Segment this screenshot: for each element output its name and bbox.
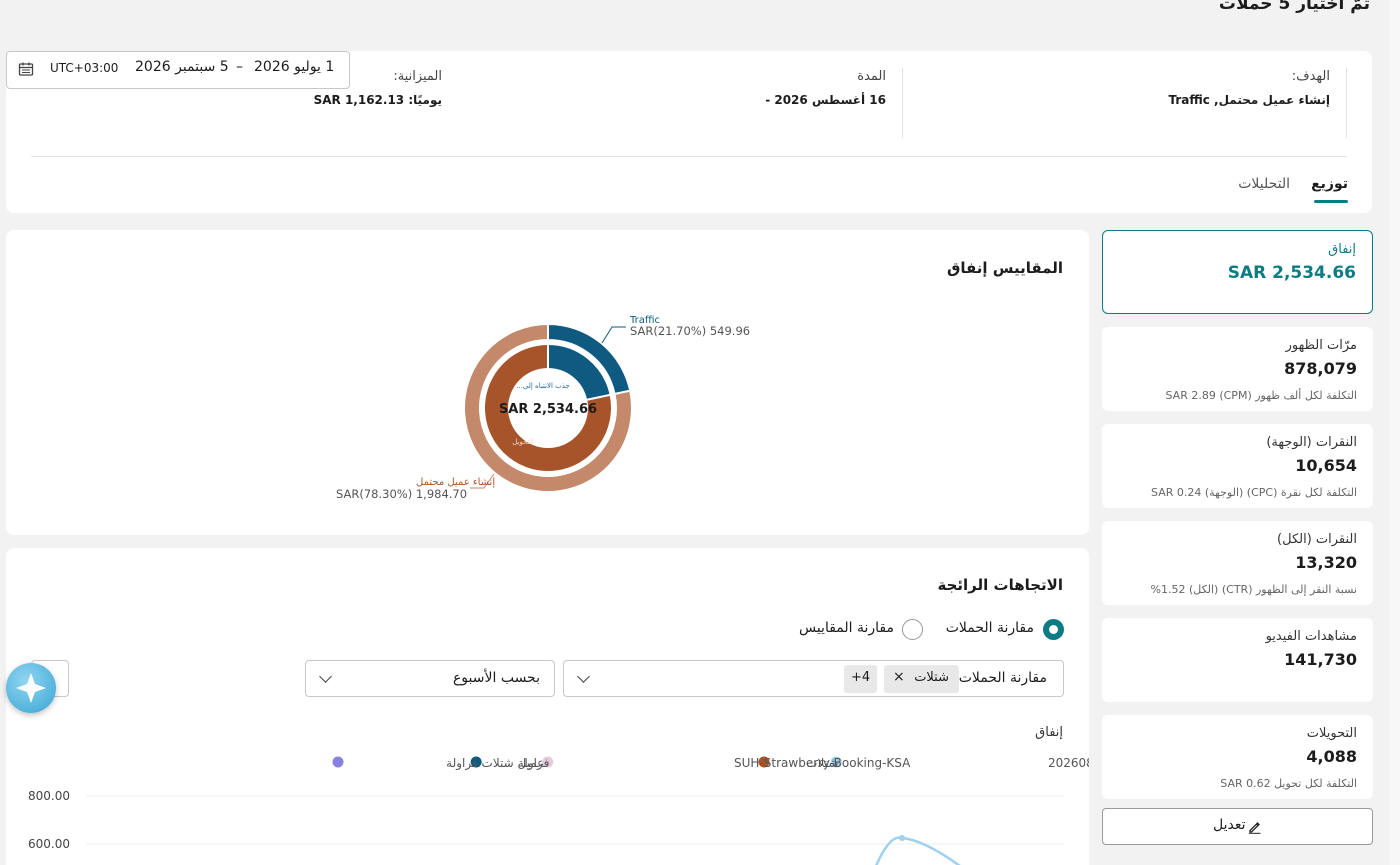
slice-value-label: SAR(21.70%) 549.96 — [630, 324, 750, 338]
duration-value: 16 أغسطس 2026 - — [765, 93, 886, 107]
start-date: 1 يوليو 2026 — [254, 59, 335, 75]
timezone-label: UTC+03:00 — [50, 61, 119, 75]
metric-label: مشاهدات الفيديو — [1265, 629, 1357, 644]
active-tab-indicator — [1314, 200, 1348, 203]
inner-slice-label: جذب الانتباه إلى... — [516, 382, 570, 390]
metric-label: النقرات (الوجهة) — [1266, 435, 1357, 450]
budget-label: الميزانية: — [393, 69, 442, 84]
spend-metrics-card: المقاييس إنفاق SAR 2,534.66 جذب الانتباه … — [6, 230, 1089, 535]
metric-value: 13,320 — [1295, 553, 1357, 572]
series-point — [899, 835, 905, 841]
metric-card-spend[interactable]: إنفاق SAR 2,534.66 — [1102, 230, 1373, 314]
metric-card-impressions[interactable]: مرّات الظهور 878,079 التكلفة لكل ألف ظهو… — [1102, 327, 1373, 411]
scrollbar[interactable] — [1389, 0, 1400, 865]
metric-value: 10,654 — [1295, 456, 1357, 475]
divider — [902, 68, 903, 138]
metric-card-conversions[interactable]: التحويلات 4,088 التكلفة لكل تحويل SAR 0.… — [1102, 715, 1373, 799]
metric-value: 4,088 — [1306, 747, 1357, 766]
metric-value: SAR 2,534.66 — [1227, 263, 1356, 283]
inner-slice-label: التحويل — [512, 438, 534, 446]
sparkle-icon — [16, 673, 46, 703]
page-title: تمّ اختيار 5 حملات — [1218, 0, 1370, 14]
edit-label: تعديل — [1213, 817, 1246, 833]
divider — [31, 156, 1347, 157]
metric-card-video-views[interactable]: مشاهدات الفيديو 141,730 — [1102, 618, 1373, 702]
budget-value: يوميًا: SAR 1,162.13 — [313, 93, 442, 107]
metric-label: التحويلات — [1306, 726, 1357, 741]
pencil-icon — [1248, 819, 1262, 838]
legend-label[interactable]: عميل شتلات فراولة — [446, 756, 544, 771]
duration-label: المدة — [857, 69, 886, 84]
metric-sub: التكلفة لكل تحويل SAR 0.62 — [1220, 777, 1357, 790]
legend-label[interactable]: SUH-Strawberry-Booking-KSA — [734, 756, 911, 770]
metric-label: مرّات الظهور — [1285, 338, 1357, 353]
metric-card-all-clicks[interactable]: النقرات (الكل) 13,320 نسبة النقر إلى الظ… — [1102, 521, 1373, 605]
legend-label[interactable]: إنشاء عميل محتمل20260827172924 — [1048, 756, 1089, 770]
metric-sub: التكلفة لكل نقرة (CPC) (الوجهة) SAR 0.24 — [1151, 486, 1357, 499]
metric-card-link-clicks[interactable]: النقرات (الوجهة) 10,654 التكلفة لكل نقرة… — [1102, 424, 1373, 508]
goal-label: الهدف: — [1291, 69, 1330, 84]
metric-label: النقرات (الكل) — [1277, 532, 1357, 547]
metric-sub: التكلفة لكل ألف ظهور (CPM) SAR 2.89 — [1165, 389, 1357, 402]
end-date: 5 سبتمبر 2026 — [135, 59, 229, 75]
y-tick-label: 600.00 — [28, 837, 70, 851]
date-range-picker[interactable]: UTC+03:00 5 سبتمبر 2026 – 1 يوليو 2026 — [6, 51, 350, 89]
tab-analytics[interactable]: التحليلات — [1238, 176, 1290, 192]
metric-value: 141,730 — [1284, 650, 1357, 669]
goal-value: إنشاء عميل محتمل, Traffic — [1168, 93, 1330, 107]
metric-label: إنفاق — [1328, 242, 1356, 257]
date-separator: – — [236, 59, 243, 75]
metric-value: 878,079 — [1284, 359, 1357, 378]
donut-center-label: SAR 2,534.66 — [499, 402, 597, 417]
tab-distribution[interactable]: توزيع — [1311, 176, 1348, 192]
calendar-icon — [18, 61, 34, 81]
legend-dot — [332, 756, 344, 768]
slice-value-label: SAR(78.30%) 1,984.70 — [336, 487, 467, 501]
metric-sub: نسبة النقر إلى الظهور (CTR) (الكل) 1.52% — [1150, 583, 1358, 596]
trends-card: الاتجاهات الرائجة مقارنة الحملات مقارنة … — [6, 548, 1089, 865]
assistant-fab-button[interactable] — [6, 663, 56, 713]
series-line — [875, 836, 961, 865]
campaign-info-card: الهدف: إنشاء عميل محتمل, Traffic المدة 1… — [6, 51, 1372, 213]
leader-line — [601, 326, 626, 344]
y-tick-label: 800.00 — [28, 789, 70, 803]
spend-trend-line-chart: إنشاء عميل محتمل20260827172924شتلاتSUH-S… — [28, 756, 1089, 865]
spend-donut-chart: SAR 2,534.66جذب الانتباه إلى...التحويلTr… — [336, 315, 750, 501]
edit-button[interactable]: تعديل — [1102, 808, 1373, 845]
divider — [1346, 68, 1347, 138]
